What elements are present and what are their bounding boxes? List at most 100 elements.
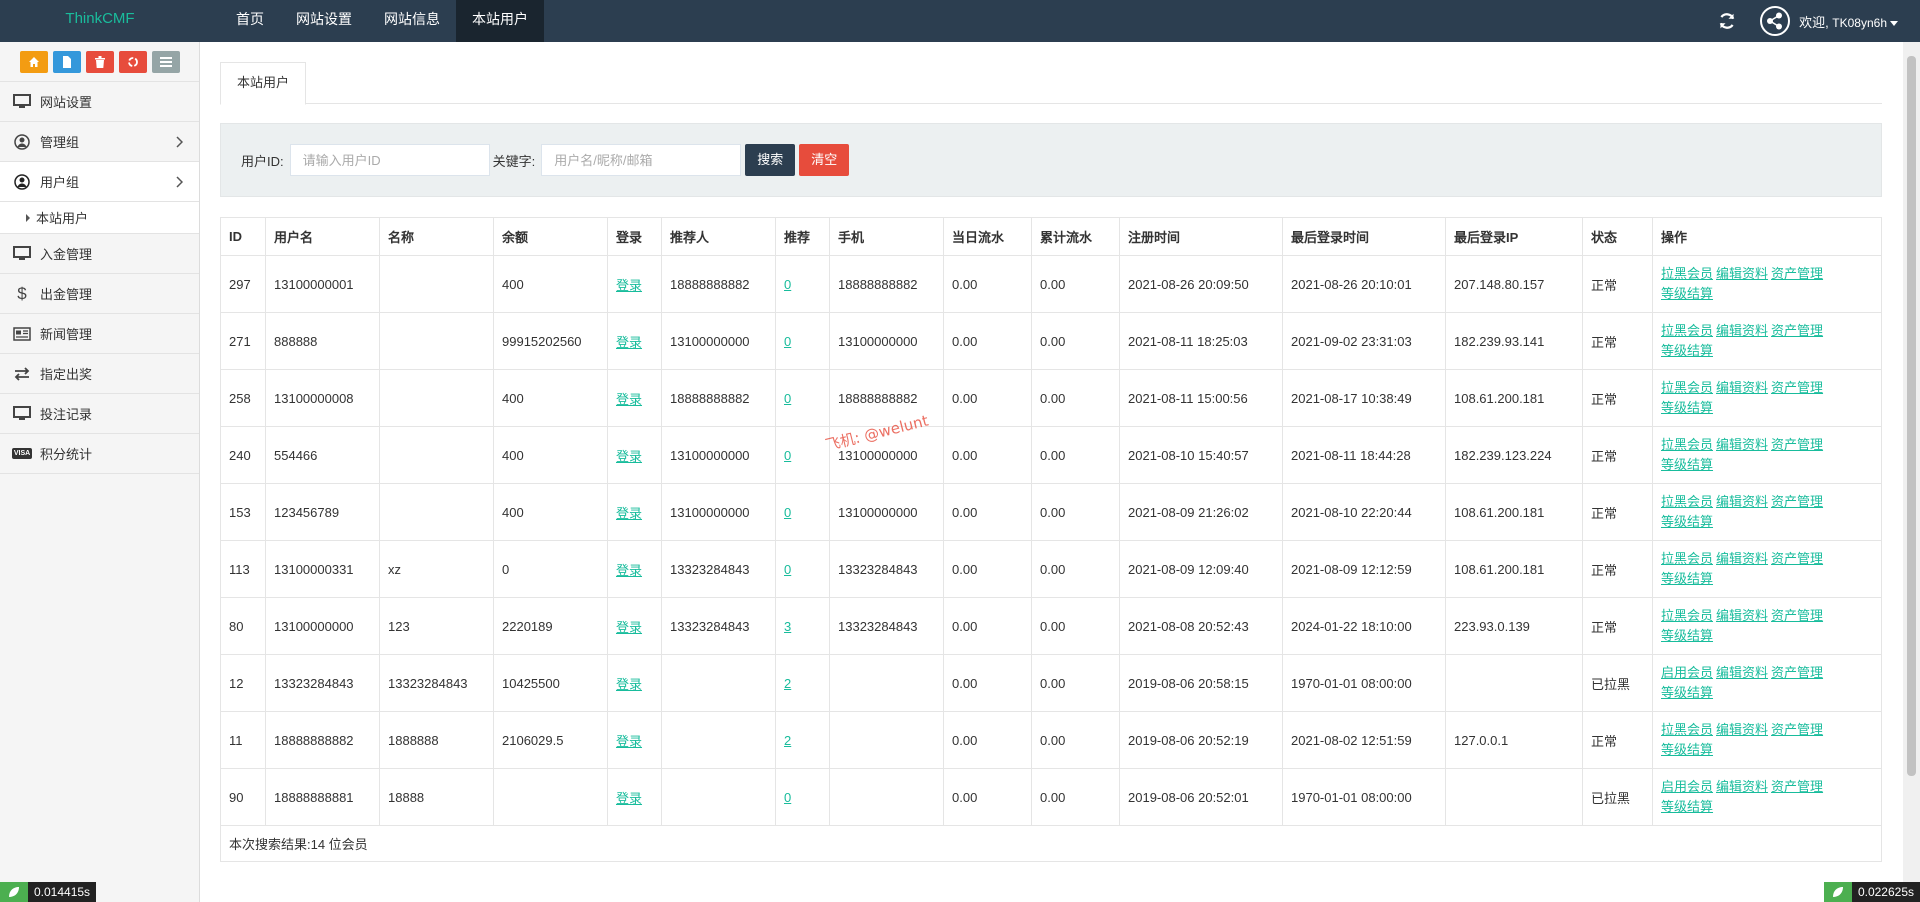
- sidebar-subitem-site-users[interactable]: 本站用户: [0, 202, 199, 234]
- login-link[interactable]: 登录: [616, 506, 642, 521]
- cell-register-time: 2021-08-09 21:26:02: [1119, 483, 1283, 541]
- referrals-link[interactable]: 0: [784, 448, 791, 463]
- home-shortcut-button[interactable]: [19, 50, 48, 73]
- toggle-member-link[interactable]: 拉黑会员: [1661, 323, 1713, 338]
- toggle-member-link[interactable]: 拉黑会员: [1661, 437, 1713, 452]
- referrals-link[interactable]: 0: [784, 790, 791, 805]
- tab-site-users[interactable]: 本站用户: [220, 62, 307, 105]
- cell-id: 153: [220, 483, 266, 541]
- level-settle-link[interactable]: 等级结算: [1661, 400, 1713, 415]
- asset-manage-link[interactable]: 资产管理: [1771, 494, 1823, 509]
- edit-profile-link[interactable]: 编辑资料: [1716, 722, 1768, 737]
- level-settle-link[interactable]: 等级结算: [1661, 799, 1713, 814]
- referrals-link[interactable]: 0: [784, 505, 791, 520]
- vertical-scrollbar[interactable]: [1903, 42, 1920, 902]
- sidebar-item-bet-records[interactable]: 投注记录: [0, 394, 199, 434]
- brand-logo[interactable]: ThinkCMF: [0, 0, 200, 42]
- edit-profile-link[interactable]: 编辑资料: [1716, 494, 1768, 509]
- referrals-link[interactable]: 2: [784, 733, 791, 748]
- edit-profile-link[interactable]: 编辑资料: [1716, 665, 1768, 680]
- level-settle-link[interactable]: 等级结算: [1661, 457, 1713, 472]
- toggle-member-link[interactable]: 拉黑会员: [1661, 494, 1713, 509]
- trash-shortcut-button[interactable]: [85, 50, 114, 73]
- scrollbar-thumb[interactable]: [1907, 56, 1916, 776]
- login-link[interactable]: 登录: [616, 392, 642, 407]
- level-settle-link[interactable]: 等级结算: [1661, 742, 1713, 757]
- toggle-member-link[interactable]: 拉黑会员: [1661, 722, 1713, 737]
- login-link[interactable]: 登录: [616, 278, 642, 293]
- asset-manage-link[interactable]: 资产管理: [1771, 266, 1823, 281]
- asset-manage-link[interactable]: 资产管理: [1771, 551, 1823, 566]
- referrals-link-cell: 0: [775, 312, 830, 370]
- login-link[interactable]: 登录: [616, 734, 642, 749]
- asset-manage-link[interactable]: 资产管理: [1771, 323, 1823, 338]
- cell-username: 18888888881: [265, 768, 380, 826]
- login-link[interactable]: 登录: [616, 791, 642, 806]
- edit-profile-link[interactable]: 编辑资料: [1716, 380, 1768, 395]
- login-link[interactable]: 登录: [616, 677, 642, 692]
- cell-total-turnover: 0.00: [1031, 312, 1120, 370]
- referrals-link[interactable]: 0: [784, 334, 791, 349]
- referrals-link-cell: 0: [775, 255, 830, 313]
- login-link[interactable]: 登录: [616, 449, 642, 464]
- edit-profile-link[interactable]: 编辑资料: [1716, 323, 1768, 338]
- sidebar-item-deposit[interactable]: 入金管理: [0, 234, 199, 274]
- nav-site-settings[interactable]: 网站设置: [280, 0, 368, 42]
- toggle-member-link[interactable]: 启用会员: [1661, 779, 1713, 794]
- login-link[interactable]: 登录: [616, 335, 642, 350]
- edit-profile-link[interactable]: 编辑资料: [1716, 551, 1768, 566]
- refresh-icon[interactable]: [1718, 12, 1736, 30]
- toggle-member-link[interactable]: 拉黑会员: [1661, 608, 1713, 623]
- level-settle-link[interactable]: 等级结算: [1661, 628, 1713, 643]
- level-settle-link[interactable]: 等级结算: [1661, 343, 1713, 358]
- sidebar-item-withdraw[interactable]: $ 出金管理: [0, 274, 199, 314]
- asset-manage-link[interactable]: 资产管理: [1771, 779, 1823, 794]
- edit-profile-link[interactable]: 编辑资料: [1716, 608, 1768, 623]
- nav-site-info[interactable]: 网站信息: [368, 0, 456, 42]
- clear-button[interactable]: 清空: [799, 144, 850, 176]
- nav-site-users[interactable]: 本站用户: [456, 0, 544, 42]
- referrals-link-cell: 0: [775, 483, 830, 541]
- sidebar-item-site-settings[interactable]: 网站设置: [0, 82, 199, 122]
- login-link[interactable]: 登录: [616, 563, 642, 578]
- cell-balance: 400: [493, 255, 608, 313]
- referrals-link[interactable]: 3: [784, 619, 791, 634]
- referrals-link[interactable]: 0: [784, 391, 791, 406]
- referrals-link[interactable]: 0: [784, 562, 791, 577]
- sidebar-item-admin-group[interactable]: 管理组: [0, 122, 199, 162]
- nav-home[interactable]: 首页: [220, 0, 280, 42]
- level-settle-link[interactable]: 等级结算: [1661, 514, 1713, 529]
- sidebar-item-user-group[interactable]: 用户组: [0, 162, 199, 202]
- sidebar-item-assign-prize[interactable]: 指定出奖: [0, 354, 199, 394]
- login-link[interactable]: 登录: [616, 620, 642, 635]
- sidebar-item-news[interactable]: 新闻管理: [0, 314, 199, 354]
- userid-input[interactable]: [289, 144, 490, 176]
- asset-manage-link[interactable]: 资产管理: [1771, 608, 1823, 623]
- level-settle-link[interactable]: 等级结算: [1661, 571, 1713, 586]
- user-avatar[interactable]: [1760, 6, 1791, 36]
- edit-profile-link[interactable]: 编辑资料: [1716, 266, 1768, 281]
- user-menu-toggle[interactable]: 欢迎, TK08yn6h: [1799, 12, 1898, 31]
- asset-manage-link[interactable]: 资产管理: [1771, 437, 1823, 452]
- referrals-link[interactable]: 0: [784, 277, 791, 292]
- asset-manage-link[interactable]: 资产管理: [1771, 722, 1823, 737]
- recycle-shortcut-button[interactable]: [118, 50, 147, 73]
- file-shortcut-button[interactable]: [52, 50, 81, 73]
- list-shortcut-button[interactable]: [151, 50, 180, 73]
- level-settle-link[interactable]: 等级结算: [1661, 685, 1713, 700]
- toggle-member-link[interactable]: 拉黑会员: [1661, 380, 1713, 395]
- toggle-member-link[interactable]: 启用会员: [1661, 665, 1713, 680]
- referrals-link[interactable]: 2: [784, 676, 791, 691]
- asset-manage-link[interactable]: 资产管理: [1771, 380, 1823, 395]
- toggle-member-link[interactable]: 拉黑会员: [1661, 266, 1713, 281]
- sidebar-item-points-stats[interactable]: VISA 积分统计: [0, 434, 199, 474]
- sidebar-item-label: 出金管理: [40, 287, 93, 302]
- level-settle-link[interactable]: 等级结算: [1661, 286, 1713, 301]
- edit-profile-link[interactable]: 编辑资料: [1716, 779, 1768, 794]
- asset-manage-link[interactable]: 资产管理: [1771, 665, 1823, 680]
- search-button[interactable]: 搜索: [745, 144, 796, 176]
- keyword-input[interactable]: [541, 144, 742, 176]
- cell-daily-turnover: 0.00: [943, 711, 1032, 769]
- toggle-member-link[interactable]: 拉黑会员: [1661, 551, 1713, 566]
- edit-profile-link[interactable]: 编辑资料: [1716, 437, 1768, 452]
